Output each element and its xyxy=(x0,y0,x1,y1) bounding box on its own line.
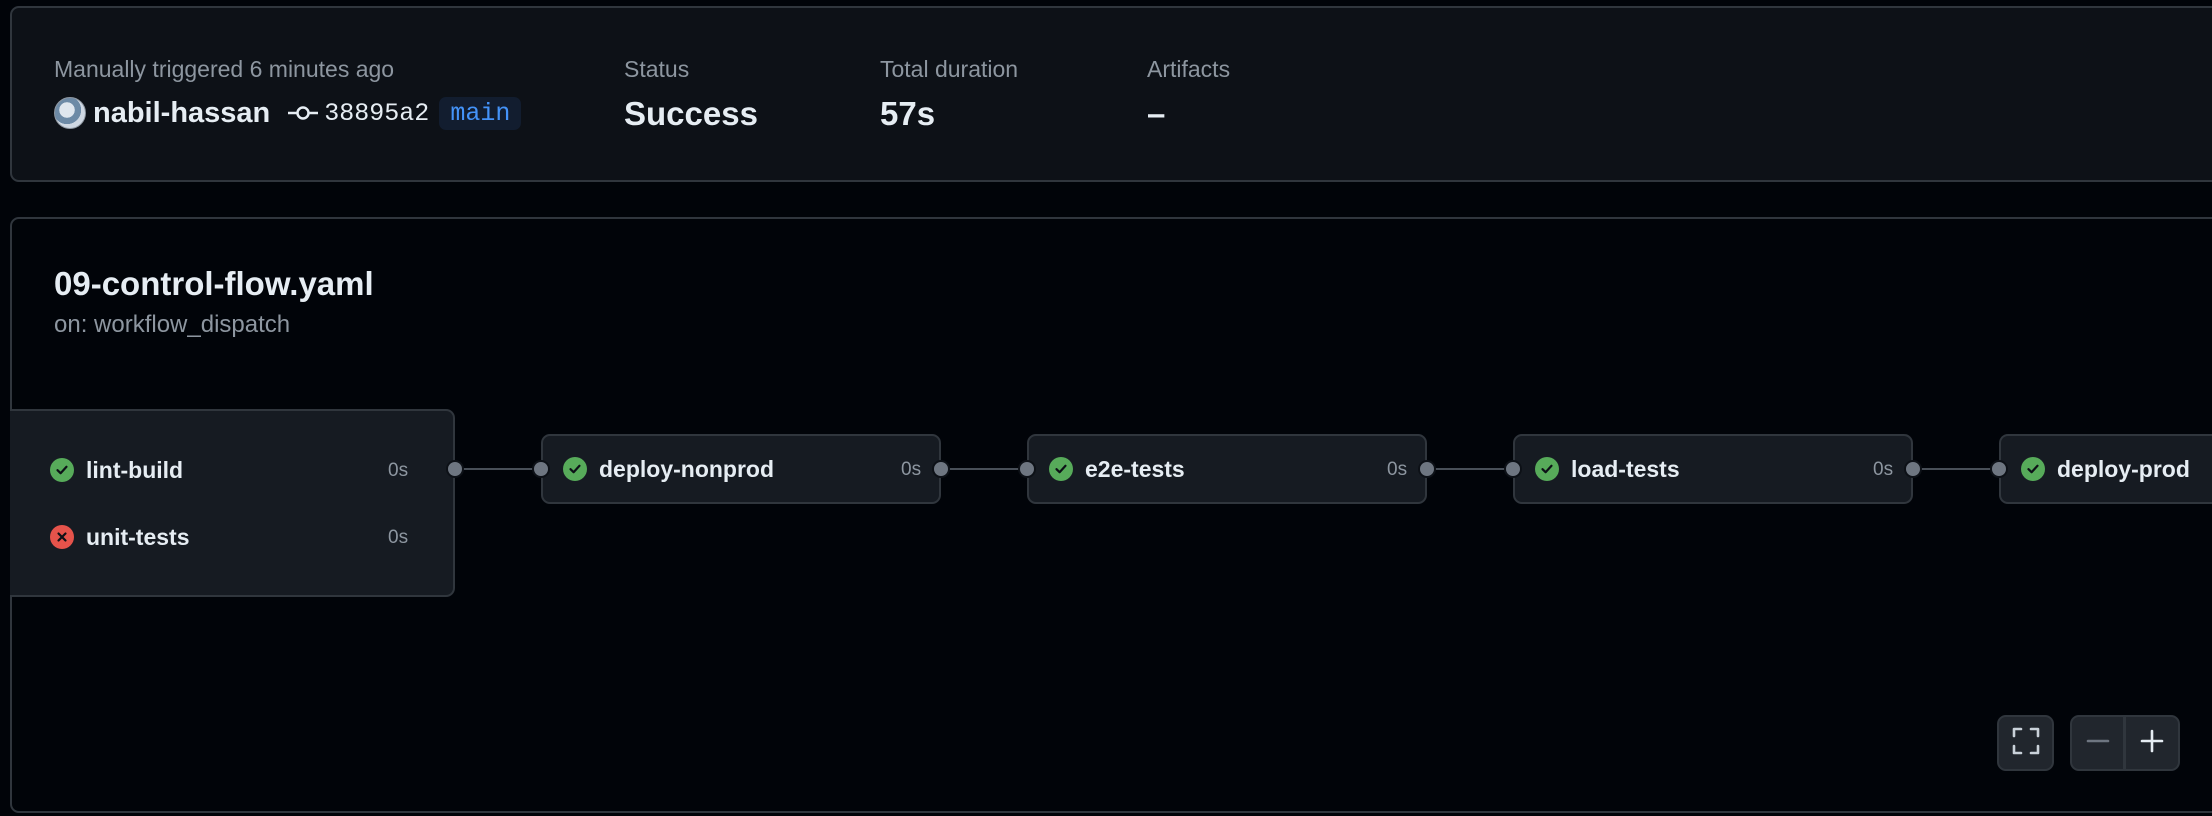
zoom-in-button[interactable] xyxy=(2125,715,2180,771)
job-duration: 0s xyxy=(388,460,409,481)
input-port-dot xyxy=(1990,460,2008,478)
job-duration: 0s xyxy=(1387,459,1408,480)
success-check-icon xyxy=(50,458,74,482)
job-name: deploy-nonprod xyxy=(599,455,775,482)
input-port-dot xyxy=(532,460,550,478)
artifacts-label: Artifacts xyxy=(1147,56,1231,82)
duration-label: Total duration xyxy=(880,56,1019,82)
job-lint-build[interactable]: lint-build xyxy=(50,454,183,486)
job-connector xyxy=(455,468,541,470)
duration-value: 57s xyxy=(880,95,936,132)
job-group-first-stage: lint-build 0s unit-tests 0s xyxy=(10,409,455,597)
job-duration: 0s xyxy=(901,459,922,480)
run-summary: Manually triggered 6 minutes ago nabil-h… xyxy=(10,6,2212,182)
output-port-dot xyxy=(1418,460,1436,478)
workflow-trigger: on: workflow_dispatch xyxy=(54,311,291,338)
output-port-dot xyxy=(446,460,464,478)
actor-avatar[interactable] xyxy=(54,97,86,129)
job-name: load-tests xyxy=(1571,455,1680,482)
job-e2e-tests[interactable]: e2e-tests 0s xyxy=(1027,434,1427,504)
success-check-icon xyxy=(563,457,587,481)
job-connector xyxy=(1427,468,1513,470)
status-label: Status xyxy=(624,56,690,82)
fullscreen-button[interactable] xyxy=(1997,715,2054,771)
zoom-controls xyxy=(2070,715,2180,771)
job-unit-tests[interactable]: unit-tests xyxy=(50,521,190,553)
success-check-icon xyxy=(1535,457,1559,481)
artifacts-value: – xyxy=(1147,95,1166,132)
job-name: e2e-tests xyxy=(1085,455,1185,482)
job-name: unit-tests xyxy=(86,523,190,550)
job-name: deploy-prod xyxy=(2057,455,2190,482)
zoom-out-button[interactable] xyxy=(2070,715,2125,771)
status-column: Status Success xyxy=(624,55,758,133)
job-duration: 0s xyxy=(1873,459,1894,480)
trigger-text: Manually triggered 6 minutes ago xyxy=(54,56,395,82)
job-duration: 0s xyxy=(388,527,409,548)
branch-badge[interactable]: main xyxy=(439,96,522,130)
input-port-dot xyxy=(1018,460,1036,478)
fullscreen-icon xyxy=(2011,726,2041,761)
trigger-info: Manually triggered 6 minutes ago nabil-h… xyxy=(54,55,522,132)
actor-username[interactable]: nabil-hassan xyxy=(93,97,270,130)
commit-sha-link[interactable]: 38895a2 xyxy=(324,99,429,128)
duration-column: Total duration 57s xyxy=(880,55,1018,133)
job-connector xyxy=(1913,468,1999,470)
job-deploy-prod[interactable]: deploy-prod xyxy=(1999,434,2212,504)
input-port-dot xyxy=(1504,460,1522,478)
output-port-dot xyxy=(1904,460,1922,478)
job-deploy-nonprod[interactable]: deploy-nonprod 0s xyxy=(541,434,941,504)
minus-icon xyxy=(2085,728,2111,759)
status-value: Success xyxy=(624,95,758,132)
job-load-tests[interactable]: load-tests 0s xyxy=(1513,434,1913,504)
job-name: lint-build xyxy=(86,456,184,483)
git-commit-icon xyxy=(288,105,319,121)
artifacts-column: Artifacts – xyxy=(1147,55,1230,133)
output-port-dot xyxy=(932,460,950,478)
job-connector xyxy=(941,468,1027,470)
failure-x-icon xyxy=(50,525,74,549)
success-check-icon xyxy=(1049,457,1073,481)
plus-icon xyxy=(2139,728,2165,759)
success-check-icon xyxy=(2021,457,2045,481)
workflow-file-name: 09-control-flow.yaml xyxy=(54,265,374,302)
